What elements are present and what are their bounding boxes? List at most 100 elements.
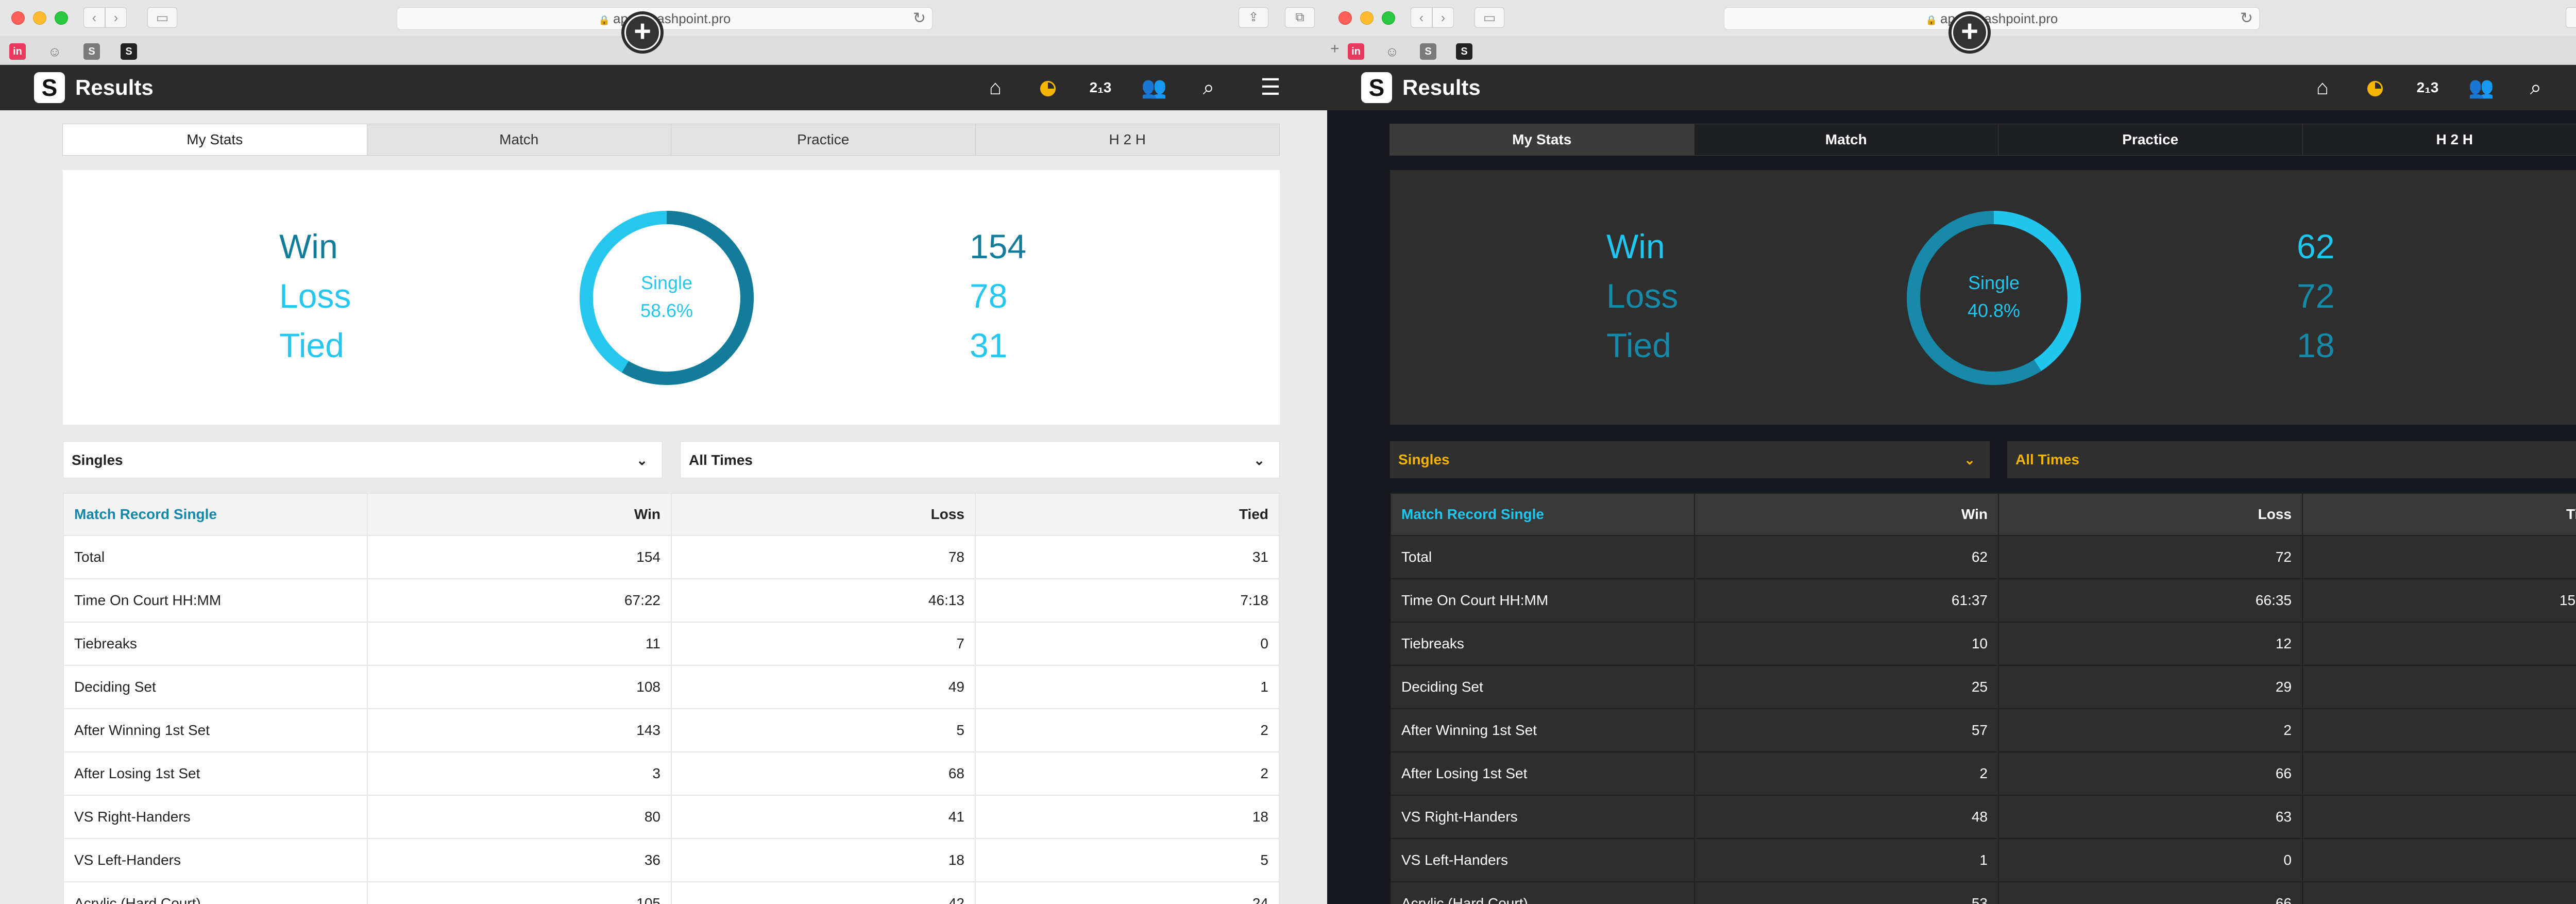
- table-cell: 18: [975, 795, 1280, 839]
- share-button[interactable]: ⇪: [1239, 7, 1268, 28]
- address-bar[interactable]: 🔒 app.smashpoint.pro ↻: [1724, 7, 2260, 30]
- table-cell: 66:35: [1998, 578, 2303, 623]
- app-header: S Results ⌂ 2₁3 👥 ⌕ ☰: [0, 65, 1327, 110]
- match-type-select[interactable]: Singles ⌄: [1390, 441, 1990, 478]
- tab-practice[interactable]: Practice: [1998, 124, 2303, 156]
- table-cell: 10: [1694, 622, 1999, 666]
- column-header: Loss: [1998, 493, 2303, 536]
- column-header: Tied: [975, 493, 1280, 536]
- match-record-table: Match Record Single Win Loss Tied Total 154 78…: [63, 493, 1280, 904]
- search-icon[interactable]: ⌕: [2522, 74, 2549, 101]
- forward-button[interactable]: ›: [1432, 7, 1454, 28]
- back-button[interactable]: ‹: [83, 7, 105, 28]
- smashpoint-bookmark-icon[interactable]: S: [1456, 43, 1472, 60]
- table-cell: 67:22: [367, 578, 672, 623]
- players-icon[interactable]: 👥: [1141, 74, 1167, 101]
- table-cell: 41: [671, 795, 976, 839]
- tab-my-stats[interactable]: My Stats: [62, 124, 367, 156]
- row-label: After Winning 1st Set: [63, 708, 368, 752]
- tabs-icon: ⧉: [1295, 10, 1304, 24]
- add-button[interactable]: +: [621, 11, 664, 54]
- smiley-bookmark-icon[interactable]: ☺: [46, 43, 63, 60]
- match-type-select[interactable]: Singles ⌄: [63, 441, 663, 478]
- table-cell: 5: [671, 708, 976, 752]
- table-header-row: Match Record SingleWinLossTied: [63, 493, 1280, 536]
- table-cell: 2: [1998, 708, 2303, 752]
- donut-percent: 40.8%: [1967, 300, 2021, 321]
- column-header: Win: [367, 493, 672, 536]
- players-icon[interactable]: 👥: [2468, 74, 2495, 101]
- tied-label: Tied: [279, 326, 344, 364]
- table-cell: 2: [975, 708, 1280, 752]
- tab-my-stats[interactable]: My Stats: [1389, 124, 1694, 156]
- minimize-window-button[interactable]: [33, 11, 46, 25]
- favorites-bar: in ☺ S S: [0, 37, 1327, 65]
- table-cell: 14: [2302, 881, 2576, 904]
- sidebar-toggle-button[interactable]: ▭: [147, 7, 177, 28]
- tab-match[interactable]: Match: [1693, 124, 1998, 156]
- close-window-button[interactable]: [1338, 11, 1352, 25]
- share-button[interactable]: ⇪: [2566, 7, 2576, 28]
- minimize-window-button[interactable]: [1360, 11, 1374, 25]
- browser-window-dark: ‹ › ▭ 🔒app.smashpoint.pro ↻ ⇪ ⧉ + in ☺ S…: [1327, 0, 2576, 904]
- smashpoint-logo[interactable]: S: [34, 72, 65, 103]
- pie-chart-icon[interactable]: [2362, 74, 2388, 101]
- browser-titlebar: ‹ › ▭ 🔒app.smashpoint.pro ↻ ⇪ ⧉: [0, 0, 1327, 37]
- row-label: Total: [63, 535, 368, 579]
- row-label: After Losing 1st Set: [1390, 751, 1695, 796]
- invision-bookmark-icon[interactable]: in: [9, 43, 26, 60]
- row-label: Acrylic (Hard Court): [63, 881, 368, 904]
- table-cell: 18: [671, 838, 976, 882]
- hamburger-menu-icon[interactable]: ☰: [1257, 74, 1284, 101]
- show-tabs-button[interactable]: ⧉: [1285, 7, 1315, 28]
- tied-value: 18: [2297, 326, 2335, 364]
- reload-icon[interactable]: ↻: [913, 8, 926, 29]
- table-cell: 0: [975, 622, 1280, 666]
- add-button[interactable]: +: [1948, 11, 1991, 54]
- lock-icon: 🔒: [598, 15, 611, 25]
- table-row: VS Left-Handers 36 18 5: [63, 838, 1280, 882]
- donut-title: Single: [640, 272, 693, 293]
- s-grey-bookmark-icon[interactable]: S: [83, 43, 100, 60]
- tab-h2h[interactable]: H 2 H: [975, 124, 1280, 156]
- reload-icon[interactable]: ↻: [2240, 8, 2253, 29]
- invision-bookmark-icon[interactable]: in: [1348, 43, 1364, 60]
- tab-practice[interactable]: Practice: [671, 124, 976, 156]
- home-icon[interactable]: ⌂: [2309, 74, 2336, 101]
- chevron-left-icon: ‹: [1419, 10, 1424, 25]
- close-window-button[interactable]: [11, 11, 25, 25]
- table-cell: 105: [367, 881, 672, 904]
- period-select[interactable]: All Times⌄: [2007, 441, 2576, 478]
- tab-match[interactable]: Match: [366, 124, 671, 156]
- table-cell: 72: [1998, 535, 2303, 579]
- address-bar[interactable]: 🔒 app.smashpoint.pro ↻: [397, 7, 933, 30]
- smashpoint-bookmark-icon[interactable]: S: [121, 43, 137, 60]
- add-tab-icon[interactable]: +: [1330, 40, 1340, 58]
- forward-button[interactable]: ›: [105, 7, 127, 28]
- home-icon[interactable]: ⌂: [982, 74, 1009, 101]
- zoom-window-button[interactable]: [1382, 11, 1395, 25]
- loss-value: 72: [2297, 277, 2335, 315]
- tab-h2h[interactable]: H 2 H: [2302, 124, 2576, 156]
- row-label: Time On Court HH:MM: [1390, 578, 1695, 623]
- ranking-icon[interactable]: 2₁3: [1087, 74, 1114, 101]
- row-label: Deciding Set: [1390, 665, 1695, 709]
- period-select[interactable]: All Times⌄: [680, 441, 1280, 478]
- zoom-window-button[interactable]: [55, 11, 68, 25]
- table-cell: 7: [671, 622, 976, 666]
- table-cell: 2: [1694, 751, 1999, 796]
- table-cell: 4: [2302, 708, 2576, 752]
- sidebar-toggle-button[interactable]: ▭: [1475, 7, 1504, 28]
- table-cell: 36: [367, 838, 672, 882]
- s-grey-bookmark-icon[interactable]: S: [1420, 43, 1436, 60]
- smashpoint-logo[interactable]: S: [1361, 72, 1392, 103]
- ranking-icon[interactable]: 2₁3: [2414, 74, 2441, 101]
- search-icon[interactable]: ⌕: [1195, 74, 1222, 101]
- back-button[interactable]: ‹: [1411, 7, 1432, 28]
- row-label: Total: [1390, 535, 1695, 579]
- pie-chart-icon[interactable]: [1035, 74, 1061, 101]
- column-header: Match Record Single: [1390, 493, 1695, 536]
- chevron-right-icon: ›: [113, 10, 118, 25]
- smiley-bookmark-icon[interactable]: ☺: [1384, 43, 1400, 60]
- sidebar-icon: ▭: [1483, 10, 1496, 25]
